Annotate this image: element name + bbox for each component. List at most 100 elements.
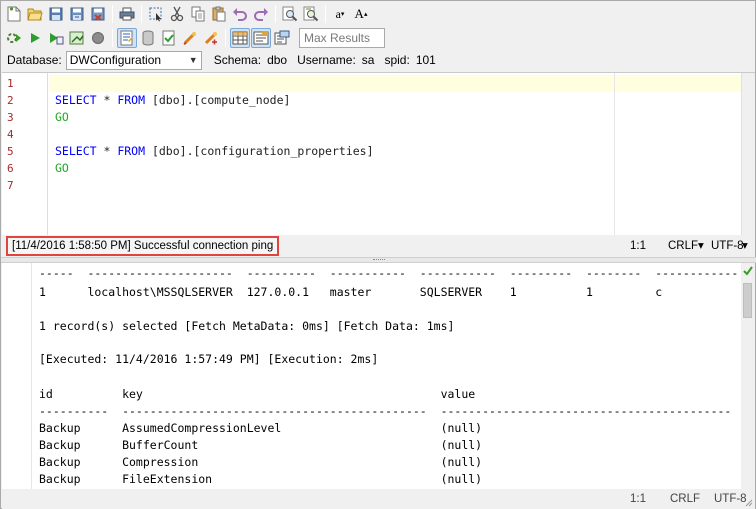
result-line: 1 localhost\MSSQLSERVER 127.0.0.1 master…	[39, 285, 663, 299]
scrollbar-thumb[interactable]	[743, 283, 752, 318]
code-line-go: GO	[55, 161, 69, 175]
toolbar-separator	[225, 29, 226, 47]
username-value: sa	[361, 53, 375, 67]
find-replace-icon[interactable]	[301, 4, 321, 24]
toolbar-separator	[275, 5, 276, 23]
results-text: ----- --------------------- ---------- -…	[39, 263, 738, 486]
stop-icon[interactable]	[88, 28, 108, 48]
result-line: Backup BufferCount (null)	[39, 438, 483, 452]
spid-value: 101	[415, 53, 436, 67]
results-grid-icon[interactable]	[230, 28, 250, 48]
code-star: *	[96, 144, 118, 158]
paste-icon[interactable]	[209, 4, 229, 24]
schema-info: Schema: dbo	[214, 53, 287, 67]
uppercase-label: A	[354, 6, 364, 21]
close-file-icon[interactable]	[88, 4, 108, 24]
database-select-value: DWConfiguration	[69, 53, 162, 67]
execute-icon[interactable]	[4, 28, 24, 48]
result-line: 1 record(s) selected [Fetch MetaData: 0m…	[39, 319, 455, 333]
format-icon[interactable]	[117, 28, 137, 48]
result-line: Backup AssumedCompressionLevel (null)	[39, 421, 483, 435]
line-number: 3	[7, 111, 14, 124]
sql-editor-window: a ▾ A ▴ Max Results Database: DWConfigur…	[0, 0, 756, 509]
new-file-icon[interactable]	[4, 4, 24, 24]
select-all-icon[interactable]	[146, 4, 166, 24]
code-area[interactable]: SELECT * FROM [dbo].[compute_node] GO SE…	[49, 73, 741, 236]
open-file-icon[interactable]	[25, 4, 45, 24]
export-icon[interactable]	[67, 28, 87, 48]
code-line-go: GO	[55, 110, 69, 124]
code-line: SELECT * FROM [dbo].[configuration_prope…	[55, 143, 374, 160]
main-toolbar: a ▾ A ▴	[1, 2, 372, 26]
code-line: SELECT * FROM [dbo].[compute_node]	[55, 92, 290, 109]
result-line: Backup FileExtension (null)	[39, 472, 483, 486]
copy-icon[interactable]	[188, 4, 208, 24]
history-icon[interactable]	[272, 28, 292, 48]
schema-label: Schema:	[213, 53, 262, 67]
result-line: ---------- -----------------------------…	[39, 404, 732, 418]
max-results-input[interactable]	[299, 28, 385, 48]
redo-icon[interactable]	[251, 4, 271, 24]
encoding-chevron-icon: ▾	[742, 240, 748, 252]
toolbar-separator	[325, 5, 326, 23]
encoding[interactable]: UTF-8	[711, 235, 744, 257]
toolbar-separator	[141, 5, 142, 23]
save-icon[interactable]	[46, 4, 66, 24]
database-select[interactable]: DWConfiguration ▼	[65, 50, 202, 70]
code-table: [dbo].[compute_node]	[145, 93, 291, 107]
auto-commit-icon[interactable]	[201, 28, 221, 48]
editor-scrollbar[interactable]	[741, 73, 755, 236]
toolbar-separator	[112, 5, 113, 23]
line-number: 6	[7, 162, 14, 175]
right-margin-line	[614, 73, 615, 236]
commit-icon[interactable]	[159, 28, 179, 48]
explain-icon[interactable]	[46, 28, 66, 48]
resize-grip-icon[interactable]	[743, 497, 753, 507]
chevron-down-icon: ▼	[188, 55, 198, 65]
line-number-gutter: 1 2 3 4 5 6 7	[2, 73, 48, 236]
uppercase-icon[interactable]: A ▴	[351, 4, 371, 24]
username-info: Username: sa	[297, 53, 374, 67]
rollback-icon[interactable]	[180, 28, 200, 48]
line-number: 2	[7, 94, 14, 107]
results-text-icon[interactable]	[251, 28, 271, 48]
result-line: id key value	[39, 387, 476, 401]
result-line: Backup Compression (null)	[39, 455, 483, 469]
code-star: *	[96, 93, 118, 107]
sql-editor[interactable]: 1 2 3 4 5 6 7 SELECT * FROM [dbo].[compu…	[2, 72, 755, 236]
connection-bar: Database: DWConfiguration ▼ Schema: dbo U…	[1, 49, 446, 71]
results-status-bar: 1:1 CRLF UTF-8	[2, 489, 755, 509]
execution-toolbar	[1, 26, 385, 50]
cut-icon[interactable]	[167, 4, 187, 24]
result-line: ----- --------------------- ---------- -…	[39, 266, 739, 280]
save-as-icon[interactable]	[67, 4, 87, 24]
transaction-icon[interactable]	[138, 28, 158, 48]
line-number: 1	[7, 77, 14, 90]
splitter-grip-icon[interactable]	[373, 259, 385, 261]
database-label: Database:	[7, 53, 62, 67]
line-ending[interactable]: CRLF	[668, 235, 698, 257]
lowercase-icon[interactable]: a ▾	[330, 4, 350, 24]
results-scrollbar[interactable]	[741, 263, 755, 489]
undo-icon[interactable]	[230, 4, 250, 24]
keyword-from: FROM	[117, 93, 146, 107]
cursor-position: 1:1	[630, 240, 646, 252]
spid-info: spid: 101	[384, 53, 435, 67]
check-icon	[743, 266, 753, 276]
print-icon[interactable]	[117, 4, 137, 24]
results-cursor-position: 1:1	[630, 493, 646, 505]
spid-label: spid:	[384, 53, 410, 67]
results-gutter	[2, 263, 32, 489]
results-encoding: UTF-8	[714, 493, 747, 505]
line-ending-chevron-icon: ▾	[698, 240, 704, 252]
result-line: [Executed: 11/4/2016 1:57:49 PM] [Execut…	[39, 352, 379, 366]
line-number: 7	[7, 179, 14, 192]
results-pane[interactable]: ----- --------------------- ---------- -…	[2, 263, 755, 489]
keyword-select: SELECT	[55, 144, 97, 158]
keyword-from: FROM	[117, 144, 146, 158]
find-icon[interactable]	[280, 4, 300, 24]
schema-value: dbo	[267, 53, 288, 67]
run-icon[interactable]	[25, 28, 45, 48]
editor-status-bar: [11/4/2016 1:58:50 PM] Successful connec…	[2, 235, 755, 257]
current-line-highlight	[49, 75, 741, 92]
